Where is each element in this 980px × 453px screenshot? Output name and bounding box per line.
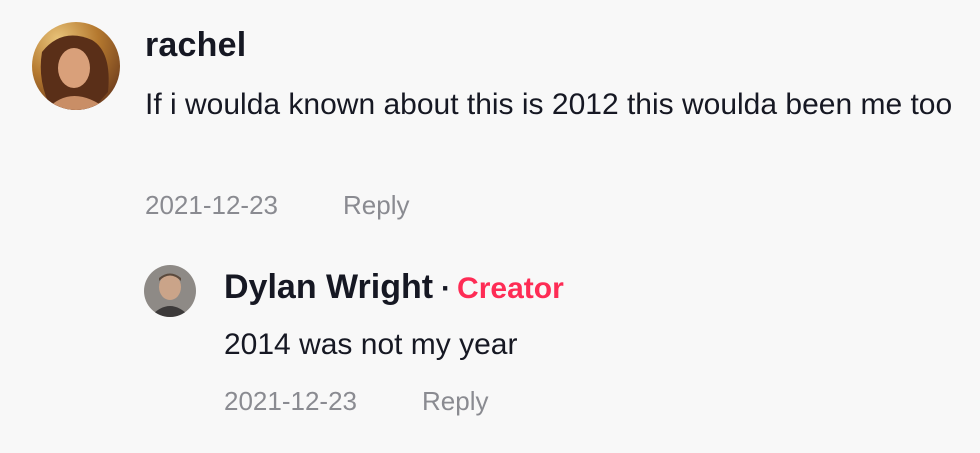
avatar-photo-icon bbox=[32, 22, 120, 110]
reply-button[interactable]: Reply bbox=[422, 386, 488, 417]
comment-date: 2021-12-23 bbox=[145, 190, 278, 220]
reply-username[interactable]: Dylan Wright bbox=[224, 268, 433, 306]
reply-text: 2014 was not my year bbox=[224, 328, 518, 361]
separator-dot: · bbox=[441, 272, 452, 305]
commenter-avatar[interactable] bbox=[32, 22, 120, 110]
reply-item: Dylan Wright · Creator 2014 was not my yea… bbox=[0, 240, 980, 453]
reply-button[interactable]: Reply bbox=[343, 190, 409, 221]
comment-meta: 2021-12-23 Reply bbox=[145, 190, 409, 221]
comment-item: rachel If i woulda known about this is 2… bbox=[0, 0, 980, 240]
reply-date: 2021-12-23 bbox=[224, 386, 357, 416]
replier-avatar[interactable] bbox=[144, 265, 196, 317]
creator-badge: Creator bbox=[457, 272, 564, 305]
comment-username[interactable]: rachel bbox=[145, 26, 246, 65]
avatar-photo-icon bbox=[144, 265, 196, 317]
reply-meta: 2021-12-23 Reply bbox=[224, 386, 488, 417]
reply-header: Dylan Wright · Creator bbox=[224, 268, 564, 307]
comment-text: If i woulda known about this is 2012 thi… bbox=[145, 88, 953, 121]
